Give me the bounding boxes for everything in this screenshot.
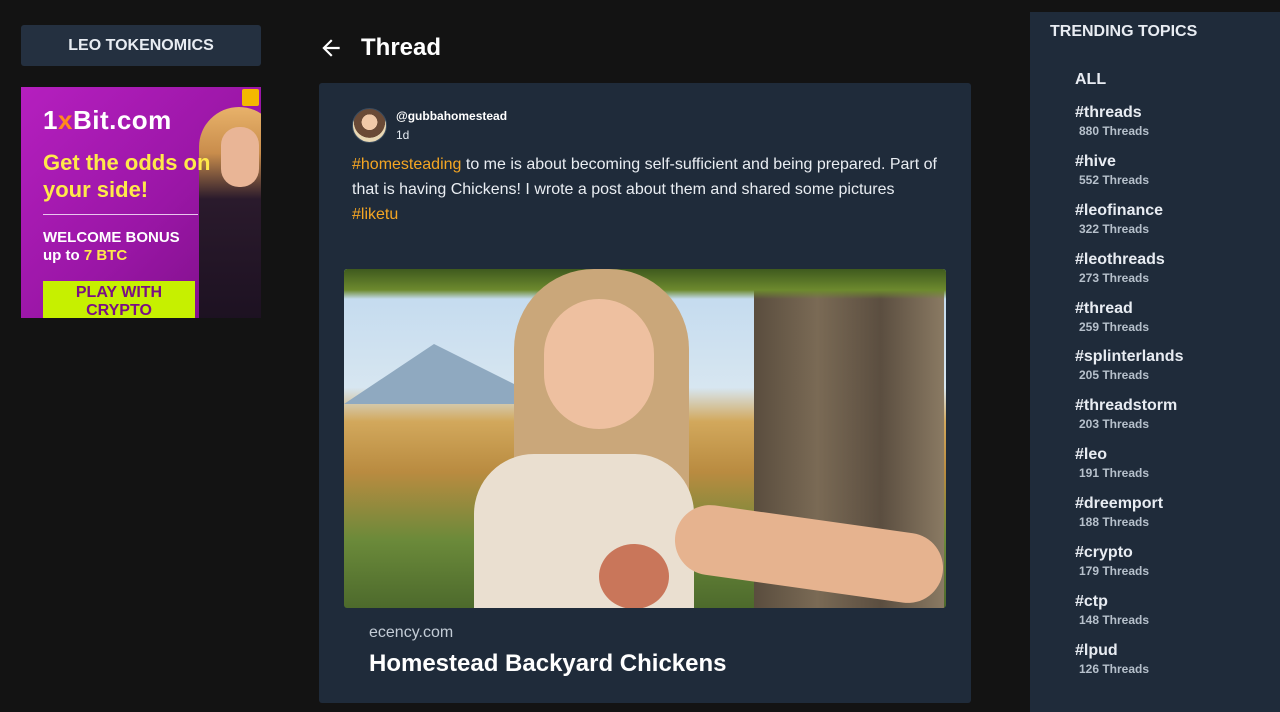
post-timestamp: 1d [396, 128, 410, 142]
topic-count: 203 Threads [1079, 417, 1150, 431]
topic-count: 148 Threads [1079, 613, 1150, 627]
topic-name: #leofinance [1075, 202, 1164, 219]
topic-item[interactable]: #lpud 126 Threads [1075, 642, 1149, 676]
trending-title: TRENDING TOPICS [1050, 23, 1198, 40]
topic-item[interactable]: #crypto 179 Threads [1075, 544, 1149, 578]
topic-item[interactable]: #threadstorm 203 Threads [1075, 397, 1177, 431]
ad-banner[interactable]: 1xBit.com Get the odds on your side! WEL… [21, 87, 261, 318]
topic-name: #ctp [1075, 593, 1108, 610]
author-username[interactable]: @gubbahomestead [396, 109, 507, 123]
ad-bonus: WELCOME BONUS up to 7 BTC [43, 229, 180, 264]
topic-name: #threadstorm [1075, 397, 1178, 414]
avatar[interactable] [352, 108, 387, 143]
topic-all[interactable]: ALL [1075, 71, 1106, 89]
topic-name: #lpud [1075, 642, 1118, 659]
topic-item[interactable]: #leofinance 322 Threads [1075, 202, 1163, 236]
topic-name: #threads [1075, 104, 1142, 121]
topic-name: #splinterlands [1075, 348, 1184, 365]
topic-name: #leothreads [1075, 251, 1165, 268]
topic-count: 205 Threads [1079, 368, 1150, 382]
ad-model-face [221, 127, 259, 187]
topic-count: 179 Threads [1079, 564, 1150, 578]
thread-post-card: @gubbahomestead 1d #homesteading to me i… [319, 83, 971, 703]
page-title: Thread [361, 34, 442, 61]
topic-count: 322 Threads [1079, 222, 1150, 236]
post-image[interactable] [344, 269, 946, 608]
ad-brand: 1xBit.com [43, 105, 172, 135]
arrow-left-icon[interactable] [318, 35, 344, 61]
topic-item[interactable]: #thread 259 Threads [1075, 300, 1149, 334]
topic-count: 191 Threads [1079, 466, 1150, 480]
author-row[interactable]: @gubbahomestead 1d [352, 108, 507, 143]
ad-cta-button[interactable]: PLAY WITH CRYPTO [43, 281, 195, 318]
leo-tokenomics-button[interactable]: LEO TOKENOMICS [21, 25, 261, 66]
topic-item[interactable]: #leothreads 273 Threads [1075, 251, 1165, 285]
topic-name: #crypto [1075, 544, 1133, 561]
topic-item[interactable]: #dreemport 188 Threads [1075, 495, 1163, 529]
post-body: #homesteading to me is about becoming se… [352, 156, 937, 223]
topic-name: #dreemport [1075, 495, 1164, 512]
topic-name: #hive [1075, 153, 1116, 170]
topic-name: #thread [1075, 300, 1133, 317]
hashtag-link[interactable]: #liketu [352, 206, 398, 223]
topic-count: 188 Threads [1079, 515, 1150, 529]
image-person-face [544, 299, 654, 429]
ad-headline: Get the odds on your side! [43, 150, 211, 202]
thread-header: Thread [318, 34, 441, 62]
image-shirt-print [599, 544, 669, 608]
topic-item[interactable]: #leo 191 Threads [1075, 446, 1149, 480]
topic-item[interactable]: #hive 552 Threads [1075, 153, 1149, 187]
trending-topics-panel: TRENDING TOPICS ALL #threads 880 Threads… [1030, 12, 1280, 712]
link-preview-domain: ecency.com [369, 624, 454, 641]
topic-count: 126 Threads [1079, 662, 1150, 676]
topic-item[interactable]: #splinterlands 205 Threads [1075, 348, 1183, 382]
topic-count: 259 Threads [1079, 320, 1150, 334]
topic-count: 273 Threads [1079, 271, 1150, 285]
ad-info-icon[interactable] [242, 89, 259, 106]
topic-item[interactable]: #threads 880 Threads [1075, 104, 1149, 138]
hashtag-link[interactable]: #homesteading [352, 156, 461, 173]
topic-count: 880 Threads [1079, 124, 1150, 138]
topic-count: 552 Threads [1079, 173, 1150, 187]
topic-name: #leo [1075, 446, 1108, 463]
ad-divider [43, 214, 198, 215]
link-preview-title[interactable]: Homestead Backyard Chickens [369, 650, 727, 678]
topic-item[interactable]: #ctp 148 Threads [1075, 593, 1149, 627]
